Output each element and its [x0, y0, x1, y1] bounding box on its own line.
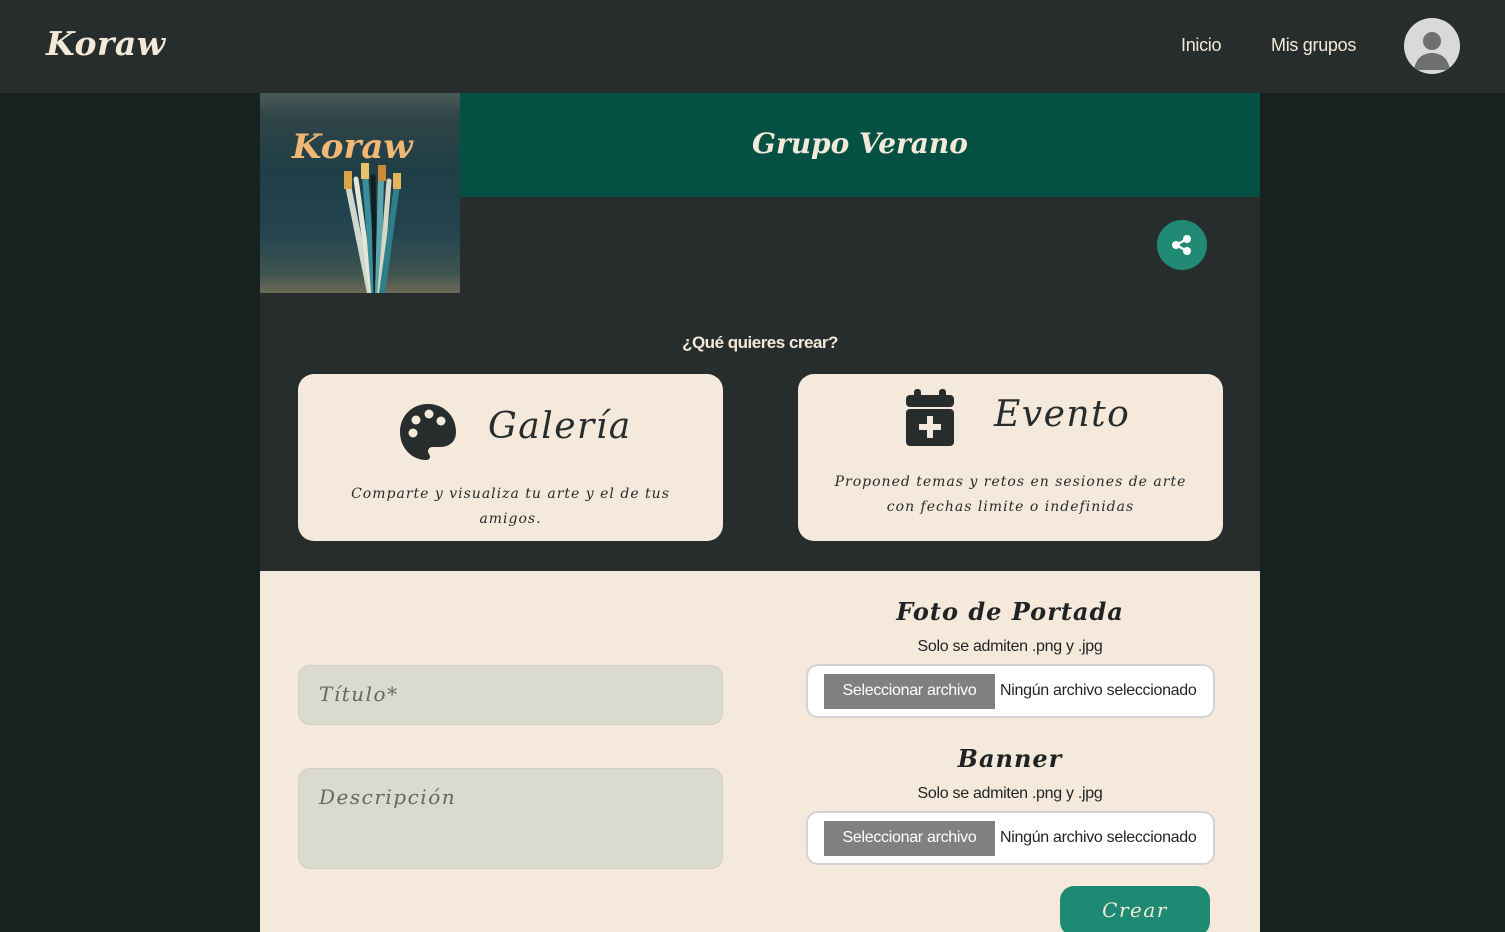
banner-hint: Solo se admiten .png y .jpg — [917, 785, 1103, 802]
evento-title: Evento — [994, 394, 1131, 435]
share-icon — [1172, 235, 1191, 255]
cover-photo-select-button[interactable]: Seleccionar archivo — [824, 674, 995, 709]
create-button[interactable]: Crear — [1060, 886, 1210, 932]
cover-photo-file-input[interactable]: Seleccionar archivo Ningún archivo selec… — [806, 664, 1215, 718]
palette-icon — [400, 404, 456, 460]
calendar-plus-icon — [906, 389, 954, 446]
group-title: Grupo Verano — [752, 127, 968, 160]
user-avatar-icon[interactable] — [1404, 18, 1460, 74]
group-cover-image: Koraw — [260, 93, 460, 293]
evento-description: Proponed temas y retos en sesiones de ar… — [834, 474, 1187, 515]
banner-file-input[interactable]: Seleccionar archivo Ningún archivo selec… — [806, 811, 1215, 865]
navbar: Koraw Inicio Mis grupos — [0, 0, 1505, 93]
nav-link-mis-grupos[interactable]: Mis grupos — [1271, 35, 1356, 56]
group-header-section: Koraw Grupo Verano ¿Qué quieres crear? G… — [260, 93, 1260, 571]
banner-heading: Banner — [957, 744, 1063, 773]
galeria-description: Comparte y visualiza tu arte y el de tus… — [351, 486, 670, 527]
create-evento-card[interactable]: Evento Proponed temas y retos en sesione… — [798, 374, 1223, 541]
brand-logo[interactable]: Koraw — [46, 24, 166, 63]
create-form: Título* Descripción Foto de Portada Solo… — [260, 571, 1260, 932]
cover-photo-status: Ningún archivo seleccionado — [1000, 682, 1197, 699]
paint-brushes-icon — [344, 163, 401, 293]
nav-link-inicio[interactable]: Inicio — [1181, 35, 1222, 56]
create-question: ¿Qué quieres crear? — [682, 333, 838, 352]
group-title-band: Grupo Verano — [460, 93, 1260, 197]
create-galeria-card[interactable]: Galería Comparte y visualiza tu arte y e… — [298, 374, 723, 541]
share-button[interactable] — [1157, 220, 1207, 270]
galeria-title: Galería — [488, 406, 632, 447]
banner-select-button[interactable]: Seleccionar archivo — [824, 821, 995, 856]
cover-photo-heading: Foto de Portada — [896, 597, 1124, 626]
title-input[interactable]: Título* — [298, 665, 723, 725]
banner-status: Ningún archivo seleccionado — [1000, 829, 1197, 846]
cover-photo-hint: Solo se admiten .png y .jpg — [917, 638, 1103, 655]
group-page: Koraw Grupo Verano ¿Qué quieres crear? G… — [260, 93, 1260, 932]
description-textarea[interactable]: Descripción — [298, 768, 723, 869]
